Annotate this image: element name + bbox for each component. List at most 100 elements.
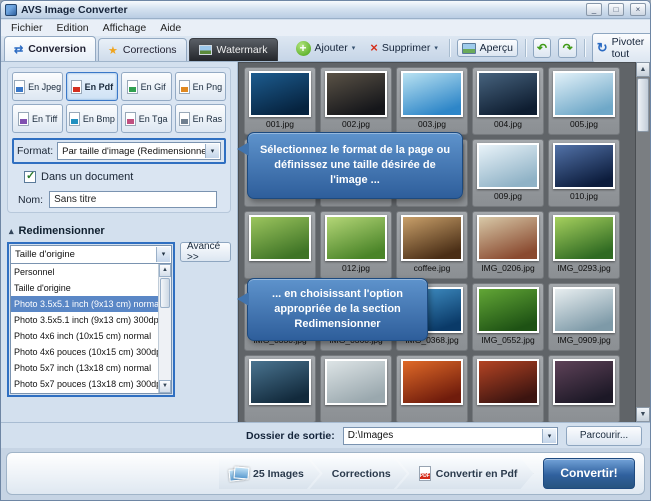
step-label: Convertir en Pdf <box>436 468 518 480</box>
thumbnail-cell[interactable]: IMG_0909.jpg <box>548 283 620 351</box>
chevron-down-icon[interactable] <box>156 247 170 262</box>
format-button-en-bmp[interactable]: En Bmp <box>66 104 117 133</box>
thumbnail-cell[interactable] <box>548 355 620 422</box>
format-button-en-pdf[interactable]: En Pdf <box>66 72 117 101</box>
thumbnail-cell[interactable] <box>244 211 316 279</box>
format-button-en-png[interactable]: En Png <box>175 72 226 101</box>
thumbnail-cell[interactable]: coffee.jpg <box>396 211 468 279</box>
step-25-images[interactable]: 25 Images <box>219 458 320 489</box>
advanced-button[interactable]: Avancé >> <box>180 242 231 262</box>
scroll-up-icon[interactable] <box>636 62 650 77</box>
format-button-en-jpeg[interactable]: En Jpeg <box>12 72 63 101</box>
name-input[interactable]: Sans titre <box>49 191 217 208</box>
format-select[interactable]: Par taille d'image (Redimensionner) <box>57 142 221 160</box>
maximize-button[interactable]: □ <box>608 3 624 16</box>
thumbnail-cell[interactable]: 003.jpg <box>396 67 468 135</box>
step-convertir-en-pdf[interactable]: Convertir en Pdf <box>397 458 534 489</box>
thumbnail-cell[interactable] <box>244 355 316 422</box>
star-icon: ★ <box>108 44 118 57</box>
minimize-button[interactable]: _ <box>586 3 602 16</box>
thumbnail-cell[interactable]: 005.jpg <box>548 67 620 135</box>
format-button-en-gif[interactable]: En Gif <box>121 72 172 101</box>
file-type-color <box>127 119 134 124</box>
convert-icon: ⇄ <box>14 43 23 56</box>
thumbnail-cell[interactable]: 002.jpg <box>320 67 392 135</box>
toolbar-separator <box>449 39 450 57</box>
list-scrollbar[interactable] <box>158 264 171 393</box>
menu-item-aide[interactable]: Aide <box>153 21 188 35</box>
menu-item-fichier[interactable]: Fichier <box>4 21 50 35</box>
list-scrollbar-thumb[interactable] <box>160 278 170 308</box>
toolbar-separator <box>525 39 526 57</box>
resize-option[interactable]: Photo 4x6 inch (10x15 cm) normal <box>11 328 158 344</box>
thumbnail-image <box>477 143 539 189</box>
resize-preset-select[interactable]: Taille d'origine <box>10 245 172 264</box>
thumbnail-cell[interactable]: IMG_0206.jpg <box>472 211 544 279</box>
resize-highlight: Taille d'origine PersonnelTaille d'origi… <box>7 242 175 397</box>
thumbnail-label: IMG_0293.jpg <box>549 261 619 275</box>
add-button[interactable]: Ajouter <box>292 39 360 58</box>
resize-option[interactable]: Photo 4x6 pouces (10x15 cm) 300dpi <box>11 344 158 360</box>
tab-corrections[interactable]: ★Corrections <box>98 38 187 61</box>
step-corrections[interactable]: Corrections <box>310 458 407 489</box>
file-type-color <box>71 119 78 124</box>
scroll-down-icon[interactable] <box>636 407 650 422</box>
toolbar-separator <box>584 39 585 57</box>
undo-button[interactable]: ↶ <box>533 38 552 58</box>
resize-header-label: Redimensionner <box>19 225 105 237</box>
menu-item-affichage[interactable]: Affichage <box>96 21 154 35</box>
in-document-checkbox[interactable] <box>24 171 36 183</box>
thumbnail-cell[interactable]: 010.jpg <box>548 139 620 207</box>
thumbnail-cell[interactable] <box>396 355 468 422</box>
redo-button[interactable]: ↷ <box>558 38 577 58</box>
thumbnail-cell[interactable]: IMG_0293.jpg <box>548 211 620 279</box>
thumbnail-cell[interactable]: 012.jpg <box>320 211 392 279</box>
thumbnail-image <box>553 71 615 117</box>
output-folder-combo[interactable]: D:\Images <box>343 427 558 445</box>
scroll-up-icon[interactable] <box>159 264 171 277</box>
thumbnail-cell[interactable]: 001.jpg <box>244 67 316 135</box>
format-button-label: En Ras <box>193 114 223 124</box>
tab-conversion[interactable]: ⇄Conversion <box>4 36 96 61</box>
resize-section-header[interactable]: Redimensionner <box>9 225 231 237</box>
gallery-scrollbar[interactable] <box>635 62 650 422</box>
resize-option[interactable]: Photo 5x7 pouces (13x18 cm) 300dpi <box>11 376 158 392</box>
resize-option[interactable]: Photo 3.5x5.1 inch (9x13 cm) normal <box>11 296 158 312</box>
thumbnail-label: 001.jpg <box>245 117 315 131</box>
resize-option[interactable]: Photo 3.5x5.1 inch (9x13 cm) 300dpi <box>11 312 158 328</box>
close-button[interactable]: × <box>630 3 646 16</box>
preview-button[interactable]: Aperçu <box>457 39 518 57</box>
chevron-down-icon[interactable] <box>205 144 219 158</box>
thumbnail-cell[interactable] <box>472 355 544 422</box>
file-type-color <box>181 119 188 124</box>
resize-option[interactable]: Personnel <box>11 264 158 280</box>
chevron-down-icon[interactable] <box>352 44 356 52</box>
thumbnail-cell[interactable]: 004.jpg <box>472 67 544 135</box>
thumbnail-cell[interactable] <box>320 355 392 422</box>
format-button-label: En Png <box>193 82 223 92</box>
resize-option[interactable]: Taille d'origine <box>11 280 158 296</box>
browse-button[interactable]: Parcourir... <box>566 426 642 446</box>
remove-button[interactable]: Supprimer <box>366 40 442 56</box>
thumbnail-cell[interactable]: 009.jpg <box>472 139 544 207</box>
tab-watermark[interactable]: Watermark <box>189 38 278 61</box>
format-button-en-ras[interactable]: En Ras <box>175 104 226 133</box>
thumbnail-cell[interactable]: IMG_0552.jpg <box>472 283 544 351</box>
menu-item-edition[interactable]: Edition <box>50 21 96 35</box>
chevron-down-icon[interactable] <box>542 429 556 443</box>
thumbnail-image <box>553 359 615 405</box>
format-button-en-tiff[interactable]: En Tiff <box>12 104 63 133</box>
collapse-icon <box>9 225 14 237</box>
convert-button[interactable]: Convertir! <box>543 458 635 489</box>
rotate-all-button[interactable]: ↻ Pivoter tout <box>592 33 651 63</box>
chevron-down-icon[interactable] <box>434 44 438 52</box>
file-type-icon <box>127 80 138 94</box>
format-button-en-tga[interactable]: En Tga <box>121 104 172 133</box>
thumbnail-grid: 001.jpg 002.jpg003.jpg004.jpg005.jpg009.j… <box>239 63 635 422</box>
resize-option[interactable]: Photo 5x7 inch (13x18 cm) normal <box>11 360 158 376</box>
tab-bar: ⇄Conversion★CorrectionsWatermark <box>4 36 280 61</box>
format-select-value: Par taille d'image (Redimensionner) <box>62 146 213 157</box>
gallery-scrollbar-thumb[interactable] <box>637 78 649 132</box>
scroll-down-icon[interactable] <box>159 380 171 393</box>
window-title: AVS Image Converter <box>21 4 580 16</box>
